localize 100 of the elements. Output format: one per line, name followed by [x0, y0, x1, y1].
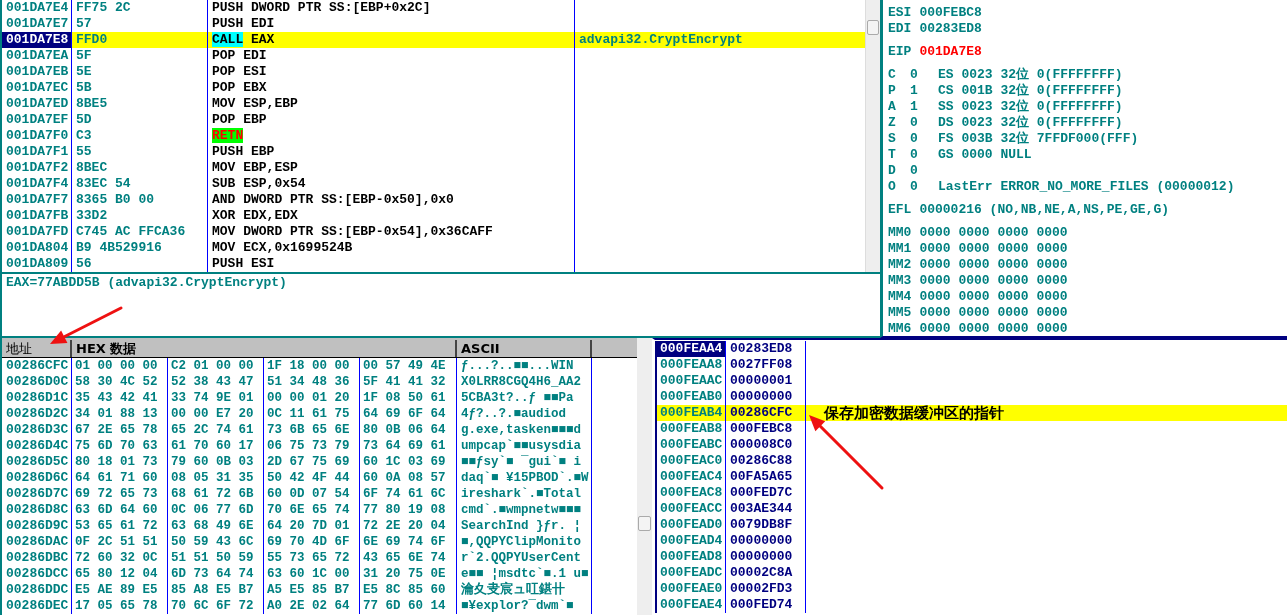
address-cell: 001DA7FB [0, 208, 72, 224]
register-detail: ES 0023 32位 0(FFFFFFFF) [938, 67, 1123, 83]
address-cell: 001DA7EA [0, 48, 72, 64]
ascii-cell: cmd`.■wmpnetw■■■ [457, 502, 592, 518]
column-header[interactable]: HEX 数据 [72, 340, 457, 357]
register-name: MM2 [888, 257, 912, 273]
scrollbar[interactable] [865, 0, 880, 272]
register-value: 0000 0000 0000 0000 [919, 305, 1068, 321]
flag-name: O [888, 179, 897, 195]
flag-bit: 1 [910, 99, 919, 115]
hex-cell: 55 73 65 72 [264, 550, 360, 566]
ascii-cell: ireshark`.■Total [457, 486, 592, 502]
instruction-cell: XOR EDX,EDX [208, 208, 575, 224]
address-cell: 001DA7ED [0, 96, 72, 112]
register-value: 0000 0000 0000 0000 [919, 241, 1068, 257]
address-cell: 000FEAE0 [655, 581, 726, 597]
register-value: 0000 0000 0000 0000 [919, 225, 1068, 241]
hex-cell: FFD0 [72, 32, 208, 48]
instruction-cell: AND DWORD PTR SS:[EBP-0x50],0x0 [208, 192, 575, 208]
hex-cell: 6F 74 61 6C [360, 486, 457, 502]
register-name: MM5 [888, 305, 912, 321]
address-cell: 001DA804 [0, 240, 72, 256]
hex-cell: 2D 67 75 69 [264, 454, 360, 470]
scrollbar[interactable] [637, 338, 652, 615]
hex-cell: 50 59 43 6C [168, 534, 264, 550]
flag-name: P [888, 83, 897, 99]
hex-cell: 51 34 48 36 [264, 374, 360, 390]
hex-cell: 6E 69 74 6F [360, 534, 457, 550]
flag-name: T [888, 147, 897, 163]
ascii-cell: SearchInd }ƒr. ¦ [457, 518, 592, 534]
register-detail: FS 003B 32位 7FFDF000(FFF) [938, 131, 1139, 147]
hex-cell: 51 51 50 59 [168, 550, 264, 566]
hex-cell: B9 4B529916 [72, 240, 208, 256]
hex-cell: 64 69 6F 64 [360, 406, 457, 422]
hex-cell: 8BE5 [72, 96, 208, 112]
address-cell: 000FEAA4 [655, 341, 726, 357]
register-value: 00000216 (NO,NB,NE,A,NS,PE,GE,G) [919, 202, 1170, 218]
address-cell: 000FEACC [655, 501, 726, 517]
address-cell: 00286D8C [2, 502, 72, 518]
address-cell: 000FEAC4 [655, 469, 726, 485]
address-cell: 000FEAE4 [655, 597, 726, 613]
register-name: MM1 [888, 241, 912, 257]
register-name: ESI [888, 5, 912, 21]
flag-name: S [888, 131, 897, 147]
register-name: EIP [888, 44, 912, 60]
address-cell: 001DA7EC [0, 80, 72, 96]
register-name: EDI [888, 21, 912, 37]
instruction-cell: POP ESI [208, 64, 575, 80]
hex-cell: 43 65 6E 74 [360, 550, 457, 566]
ascii-cell: ■¥explor?‾dwm`■ [457, 598, 592, 614]
hex-cell: 65 2C 74 61 [168, 422, 264, 438]
hex-cell: 73 6B 65 6E [264, 422, 360, 438]
hex-cell: 33 74 9E 01 [168, 390, 264, 406]
hex-cell: 52 38 43 47 [168, 374, 264, 390]
ascii-cell: umpcap`■■usysdia [457, 438, 592, 454]
register-detail: LastErr ERROR_NO_MORE_FILES (00000012) [938, 179, 1235, 195]
hex-cell: 80 18 01 73 [72, 454, 168, 470]
hex-cell: 70 6C 6F 72 [168, 598, 264, 614]
hex-cell: 06 75 73 79 [264, 438, 360, 454]
hex-cell: 08 05 31 35 [168, 470, 264, 486]
address-cell: 000FEAB4 [655, 405, 726, 421]
instruction-cell: MOV DWORD PTR SS:[EBP-0x54],0x36CAFF [208, 224, 575, 240]
hex-cell: 1F 08 50 61 [360, 390, 457, 406]
hex-cell: 61 70 60 17 [168, 438, 264, 454]
address-cell: 000FEAC8 [655, 485, 726, 501]
instruction-cell: POP EBX [208, 80, 575, 96]
register-value: 001DA7E8 [919, 44, 982, 60]
value-cell: 00000000 [726, 549, 806, 565]
value-cell: 00283ED8 [726, 341, 806, 357]
address-cell: 001DA7F1 [0, 144, 72, 160]
ascii-cell: r`2.QQPYUserCent [457, 550, 592, 566]
address-cell: 000FEAA8 [655, 357, 726, 373]
flag-bit: 0 [910, 147, 919, 163]
hex-cell: 5E [72, 64, 208, 80]
address-cell: 001DA809 [0, 256, 72, 272]
value-cell: 00002C8A [726, 565, 806, 581]
hex-cell: 6D 73 64 74 [168, 566, 264, 582]
flag-bit: 0 [910, 115, 919, 131]
comment-cell: advapi32.CryptEncrypt [575, 32, 865, 48]
ascii-cell: 瀹夊叏宸ュ叿鍖卄 [457, 582, 592, 598]
instruction-cell: PUSH ESI [208, 256, 575, 272]
address-cell: 00286D2C [2, 406, 72, 422]
value-cell: 00000000 [726, 533, 806, 549]
address-cell: 00286DAC [2, 534, 72, 550]
hex-cell: C745 AC FFCA36 [72, 224, 208, 240]
register-value: 0000 0000 0000 0000 [919, 257, 1068, 273]
hex-cell: 01 00 00 00 [72, 358, 168, 374]
hex-cell: 5D [72, 112, 208, 128]
address-cell: 000FEABC [655, 437, 726, 453]
address-cell: 00286DEC [2, 598, 72, 614]
hex-cell: FF75 2C [72, 0, 208, 16]
hex-cell: 34 01 88 13 [72, 406, 168, 422]
value-cell: 000FED74 [726, 597, 806, 613]
address-cell: 00286D0C [2, 374, 72, 390]
register-name: MM3 [888, 273, 912, 289]
hex-cell: C2 01 00 00 [168, 358, 264, 374]
info-text: EAX=77ABDD5B (advapi32.CryptEncrypt) [6, 275, 287, 290]
ascii-cell: ■,QQPYClipMonito [457, 534, 592, 550]
address-cell: 00286D4C [2, 438, 72, 454]
hex-cell: 64 20 7D 01 [264, 518, 360, 534]
